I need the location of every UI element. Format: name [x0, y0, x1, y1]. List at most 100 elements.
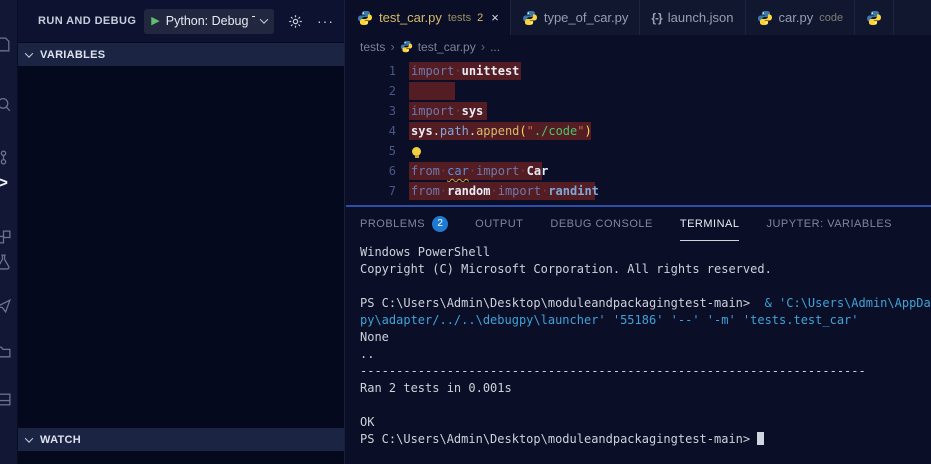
files-icon[interactable]	[0, 33, 14, 55]
tab-description: code	[819, 11, 844, 24]
variables-section-header[interactable]: VARIABLES	[18, 43, 344, 66]
testing-icon[interactable]	[0, 250, 14, 272]
code-line: 3 import·sys	[346, 101, 931, 121]
panel-tab-debug-console[interactable]: DEBUG CONSOLE	[550, 207, 652, 238]
python-file-icon	[522, 10, 538, 26]
panel-tab-label: DEBUG CONSOLE	[550, 217, 653, 230]
code-token: "	[526, 124, 534, 138]
code-token: sys	[461, 104, 484, 118]
breadcrumb-separator: ›	[480, 39, 486, 54]
chevron-down-icon	[259, 15, 269, 24]
terminal-cursor	[757, 432, 765, 445]
search-icon[interactable]	[0, 93, 14, 115]
code-token: .	[432, 124, 440, 138]
watch-section-header[interactable]: WATCH	[18, 428, 344, 451]
breadcrumb-item[interactable]: test_car.py	[418, 40, 476, 54]
code-line: 5	[346, 141, 931, 161]
terminal-text: Windows PowerShell	[360, 245, 491, 259]
variables-section-label: VARIABLES	[40, 48, 106, 61]
code-token: import	[411, 64, 455, 78]
terminal-text: PS C:\Users\Admin\Desktop\moduleandpacka…	[360, 432, 758, 446]
code-token: ·	[519, 164, 527, 178]
panel-tab-jupyter-variables[interactable]: JUPYTER: VARIABLES	[766, 207, 892, 238]
debug-config-dropdown[interactable]: ▶ Python: Debug T	[144, 8, 274, 34]
terminal-text: Ran 2 tests in 0.001s	[360, 381, 512, 395]
terminal-line: ----------------------------------------…	[360, 364, 931, 381]
terminal-text: PS C:\Users\Admin\Desktop\moduleandpacka…	[360, 296, 765, 310]
breadcrumb-item[interactable]: tests	[360, 40, 385, 54]
sidebar-titlebar: RUN AND DEBUG ▶ Python: Debug T ···	[18, 0, 344, 42]
folder-icon[interactable]	[0, 340, 14, 362]
terminal-output[interactable]: Windows PowerShell Copyright (C) Microsof…	[346, 238, 931, 449]
terminal-line: OK	[360, 415, 931, 432]
code-editor[interactable]: 1 import·unittest 2 3 import·sys 4 sys.path.ap…	[346, 58, 931, 205]
panel-tab-output[interactable]: OUTPUT	[475, 207, 523, 238]
breadcrumb: tests › test_car.py ›...	[346, 35, 931, 58]
terminal-text: py\adapter/../..\debugpy\launcher' '5518…	[360, 313, 859, 327]
code-token: from	[411, 184, 440, 198]
panel-tab-label: TERMINAL	[679, 217, 740, 230]
panel-tab-problems[interactable]: PROBLEMS 2	[360, 207, 449, 238]
editor-tab-test_car.py[interactable]: test_car.py tests 2 ×	[346, 0, 511, 35]
source-control-icon[interactable]	[0, 146, 14, 168]
close-icon[interactable]: ×	[491, 10, 499, 25]
editor-area: test_car.py tests 2 × type_of_car.py {-} launc…	[346, 0, 931, 464]
editor-tab-type_of_car.py[interactable]: type_of_car.py	[511, 0, 641, 35]
panel-layout-icon[interactable]	[0, 388, 14, 410]
panel-tab-label: OUTPUT	[475, 217, 524, 230]
code-token: ·	[454, 104, 462, 118]
terminal-text: & 'C:\Users\Admin\AppData	[764, 296, 931, 310]
line-number: 7	[388, 184, 396, 198]
start-debug-icon[interactable]: ▶	[151, 15, 159, 27]
code-token: sys	[411, 124, 433, 138]
code-token: .	[468, 124, 477, 138]
code-line: 1 import·unittest	[346, 61, 931, 81]
code-token: random	[447, 184, 491, 198]
bottom-panel: PROBLEMS 2 OUTPUT DEBUG CONSOLE TERMINAL JUPY…	[346, 205, 931, 464]
coverage-highlight	[409, 82, 455, 100]
run-and-debug-icon[interactable]: >	[0, 172, 14, 194]
code-token: import	[476, 164, 520, 178]
breadcrumb-separator: ›	[390, 39, 395, 54]
code-token: car	[447, 164, 469, 178]
code-token: (	[519, 124, 527, 138]
code-line: 6 from·car·import·Car	[346, 161, 931, 181]
terminal-line: PS C:\Users\Admin\Desktop\moduleandpacka…	[360, 432, 931, 449]
code-token: append	[476, 124, 520, 138]
extensions-icon[interactable]	[0, 226, 14, 248]
code-token: unittest	[461, 64, 520, 78]
tab-label: launch.json	[667, 10, 734, 25]
code-token: randint	[548, 184, 599, 198]
editor-tab-car.py[interactable]: car.py code	[746, 0, 856, 35]
code-token: Car	[526, 164, 549, 178]
lightbulb-icon[interactable]	[412, 146, 421, 158]
terminal-text: OK	[360, 415, 375, 429]
code-token: ·	[490, 184, 498, 198]
json-file-icon: {-}	[651, 10, 662, 25]
problems-count-badge: 2	[432, 215, 449, 232]
terminal-text: ----------------------------------------…	[360, 364, 866, 378]
code-token: ./code	[533, 124, 578, 138]
panel-tab-label: JUPYTER: VARIABLES	[766, 217, 893, 230]
activity-bar[interactable]: >	[0, 0, 18, 464]
debug-config-label: Python: Debug T	[165, 14, 255, 28]
tab-problems-badge: 2	[477, 11, 484, 24]
more-actions-icon[interactable]: ···	[317, 13, 334, 29]
code-token: path	[439, 124, 469, 138]
code-token: from	[411, 164, 440, 178]
remote-icon[interactable]	[0, 294, 14, 316]
terminal-line: None	[360, 330, 931, 347]
breadcrumb-item[interactable]: ...	[490, 40, 500, 54]
tab-label: car.py	[778, 10, 814, 25]
gear-icon[interactable]	[288, 14, 303, 29]
panel-tab-terminal[interactable]: TERMINAL	[679, 210, 740, 241]
terminal-line: PS C:\Users\Admin\Desktop\moduleandpacka…	[360, 296, 931, 313]
tab-label: type_of_car.py	[543, 10, 629, 25]
line-number: 6	[388, 164, 396, 178]
editor-tab-launch.json[interactable]: {-} launch.json	[640, 0, 746, 35]
code-line: 7 from·random·import·randint	[346, 181, 931, 201]
panel-tab-label: PROBLEMS	[360, 217, 426, 230]
editor-tab-extra[interactable]	[855, 0, 895, 35]
